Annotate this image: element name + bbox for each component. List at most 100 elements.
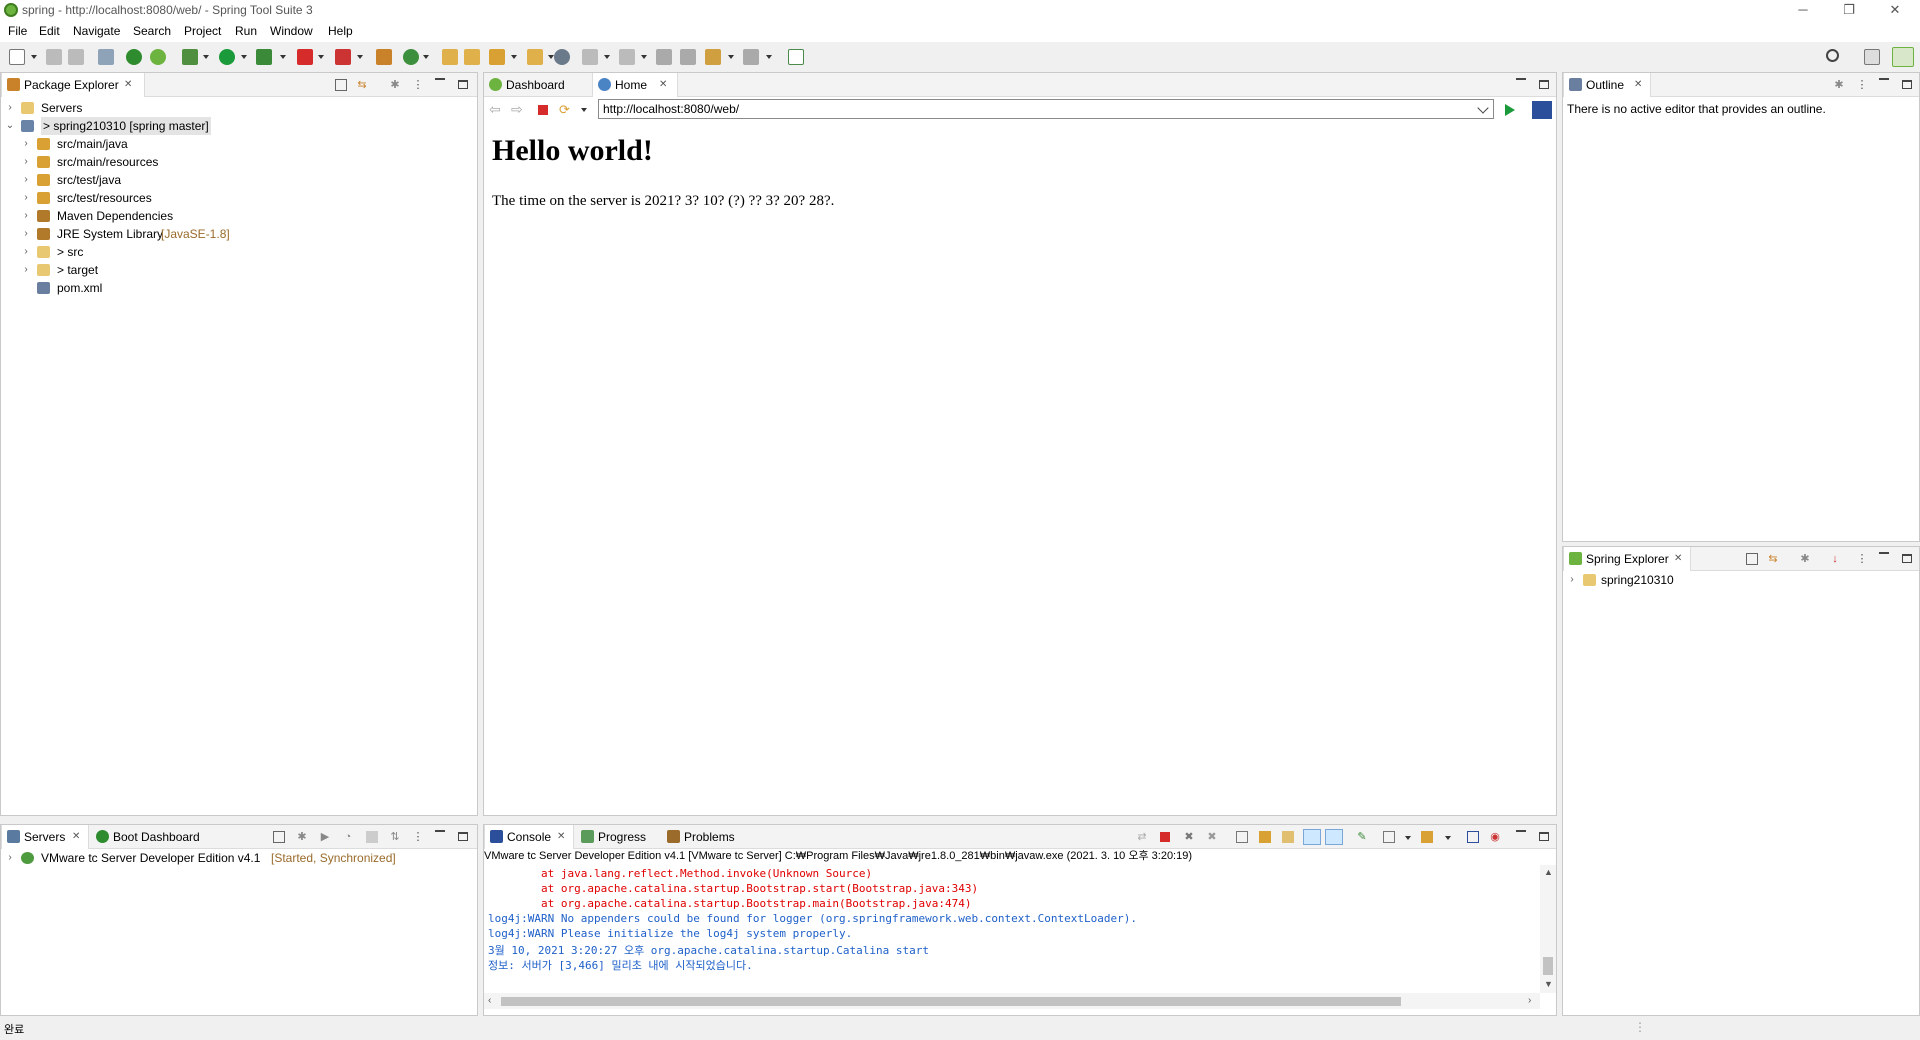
open-folder-icon[interactable]: [527, 49, 543, 65]
scroll-lock-icon[interactable]: [1259, 831, 1271, 843]
expand-icon[interactable]: ›: [21, 207, 31, 225]
new-class-icon[interactable]: [403, 49, 419, 65]
run-external-icon[interactable]: [256, 49, 272, 65]
run-icon[interactable]: [219, 49, 235, 65]
minimize-icon[interactable]: [435, 78, 445, 80]
collapse-all-icon[interactable]: [335, 79, 347, 91]
menu-search[interactable]: Search: [133, 24, 171, 38]
close-icon[interactable]: ✕: [1674, 547, 1682, 571]
tree-item[interactable]: › > src: [1, 243, 471, 261]
tree-item[interactable]: › Servers: [1, 99, 471, 117]
console-settings-icon[interactable]: [1467, 831, 1479, 843]
refresh-icon[interactable]: ⟳: [559, 102, 573, 117]
vertical-scrollbar[interactable]: ▲ ▼: [1540, 865, 1556, 993]
focus-icon[interactable]: ✱: [1833, 79, 1845, 91]
boot-console-icon[interactable]: ◉: [1489, 831, 1501, 843]
maximize-icon[interactable]: [1539, 832, 1549, 841]
skip-breakpoints-icon[interactable]: [98, 49, 114, 65]
tree-item[interactable]: › src/main/resources: [1, 153, 471, 171]
display-console-icon[interactable]: [1383, 831, 1395, 843]
tree-item[interactable]: › src/main/java: [1, 135, 471, 153]
new-package-icon[interactable]: [376, 49, 392, 65]
profile-server-icon[interactable]: ◔: [342, 831, 354, 843]
debug-server-icon[interactable]: ✱: [296, 831, 308, 843]
focus-icon[interactable]: ✱: [1799, 553, 1811, 565]
search-icon[interactable]: [1826, 49, 1839, 62]
close-window-button[interactable]: ✕: [1872, 0, 1918, 20]
forward-edit-icon[interactable]: [680, 49, 696, 65]
scroll-right-icon[interactable]: ›: [1528, 995, 1531, 1006]
tree-item[interactable]: › src/test/java: [1, 171, 471, 189]
maximize-icon[interactable]: [1902, 554, 1912, 563]
open-console-icon[interactable]: [1421, 831, 1433, 843]
menu-edit[interactable]: Edit: [39, 24, 60, 38]
forward-dropdown-icon[interactable]: [766, 55, 772, 59]
expand-icon[interactable]: ›: [21, 135, 31, 153]
open-type-icon[interactable]: [442, 49, 458, 65]
tab-spring-explorer[interactable]: Spring Explorer ✕: [1563, 547, 1691, 571]
minimize-icon[interactable]: [1516, 78, 1526, 80]
maximize-icon[interactable]: [458, 832, 468, 841]
scroll-left-icon[interactable]: ‹: [488, 995, 491, 1006]
scrollbar-thumb[interactable]: [1543, 957, 1553, 975]
url-input[interactable]: http://localhost:8080/web/: [598, 99, 1494, 119]
tab-boot-dashboard[interactable]: Boot Dashboard: [91, 825, 211, 849]
prev-annotation-dropdown-icon[interactable]: [641, 55, 647, 59]
maximize-icon[interactable]: [1902, 80, 1912, 89]
back-dropdown-icon[interactable]: [728, 55, 734, 59]
tab-console[interactable]: Console ✕: [484, 825, 574, 849]
menu-navigate[interactable]: Navigate: [73, 24, 120, 38]
tree-item[interactable]: › Maven Dependencies: [1, 207, 471, 225]
horizontal-scrollbar[interactable]: ‹ ›: [484, 993, 1540, 1009]
word-wrap-icon[interactable]: [1282, 831, 1294, 843]
search-tool-icon[interactable]: [489, 49, 505, 65]
forward-icon[interactable]: [743, 49, 759, 65]
terminate-icon[interactable]: [335, 49, 351, 65]
scroll-down-icon[interactable]: ▼: [1544, 979, 1553, 989]
new-icon[interactable]: [9, 49, 25, 65]
link-editor-icon[interactable]: ⇆: [1767, 553, 1779, 565]
tab-dashboard[interactable]: Dashboard: [484, 73, 588, 97]
globe-icon[interactable]: [554, 49, 570, 65]
minimize-icon[interactable]: [1879, 552, 1889, 554]
menu-project[interactable]: Project: [184, 24, 221, 38]
tree-item[interactable]: ⌄ > spring210310 [spring master]: [1, 117, 471, 135]
back-icon[interactable]: [705, 49, 721, 65]
view-menu-icon[interactable]: ⋮: [1856, 79, 1868, 91]
remove-all-icon[interactable]: ✖: [1206, 831, 1218, 843]
forward-arrow-icon[interactable]: ⇨: [511, 101, 527, 117]
stop-dropdown-icon[interactable]: [318, 55, 324, 59]
tree-item[interactable]: › > target: [1, 261, 471, 279]
next-annotation-dropdown-icon[interactable]: [604, 55, 610, 59]
restore-window-button[interactable]: ❐: [1826, 0, 1872, 20]
expand-icon[interactable]: ›: [21, 243, 31, 261]
new-dropdown-icon[interactable]: [31, 55, 37, 59]
focus-icon[interactable]: ✱: [389, 79, 401, 91]
stop-server-icon[interactable]: [366, 831, 378, 843]
spring-perspective-icon[interactable]: [1892, 47, 1914, 67]
terminate-icon[interactable]: [1160, 832, 1170, 842]
tree-item[interactable]: › JRE System Library [JavaSE-1.8]: [1, 225, 471, 243]
view-menu-icon[interactable]: ⋮: [1856, 553, 1868, 565]
run-dropdown-icon[interactable]: [241, 55, 247, 59]
menu-run[interactable]: Run: [235, 24, 257, 38]
close-icon[interactable]: ✕: [659, 73, 667, 97]
scrollbar-thumb[interactable]: [501, 997, 1401, 1006]
view-menu-icon[interactable]: ⋮: [412, 79, 424, 91]
debug-dropdown-icon[interactable]: [203, 55, 209, 59]
go-icon[interactable]: [1505, 104, 1515, 116]
menu-file[interactable]: File: [8, 24, 27, 38]
pin-icon[interactable]: ✎: [1356, 831, 1368, 843]
stop-loading-icon[interactable]: [538, 105, 548, 115]
close-icon[interactable]: ✕: [72, 825, 80, 849]
save-icon[interactable]: [46, 49, 62, 65]
open-perspective-icon[interactable]: [1864, 49, 1880, 65]
pin-console-icon[interactable]: ⇄: [1136, 831, 1148, 843]
expand-icon[interactable]: ›: [21, 153, 31, 171]
minimize-icon[interactable]: [1516, 830, 1526, 832]
open-task-icon[interactable]: [464, 49, 480, 65]
prev-annotation-icon[interactable]: [619, 49, 635, 65]
show-stdout-icon[interactable]: [1303, 829, 1321, 845]
refresh-dropdown-icon[interactable]: [581, 108, 587, 112]
spring-refresh-icon[interactable]: [150, 49, 166, 65]
